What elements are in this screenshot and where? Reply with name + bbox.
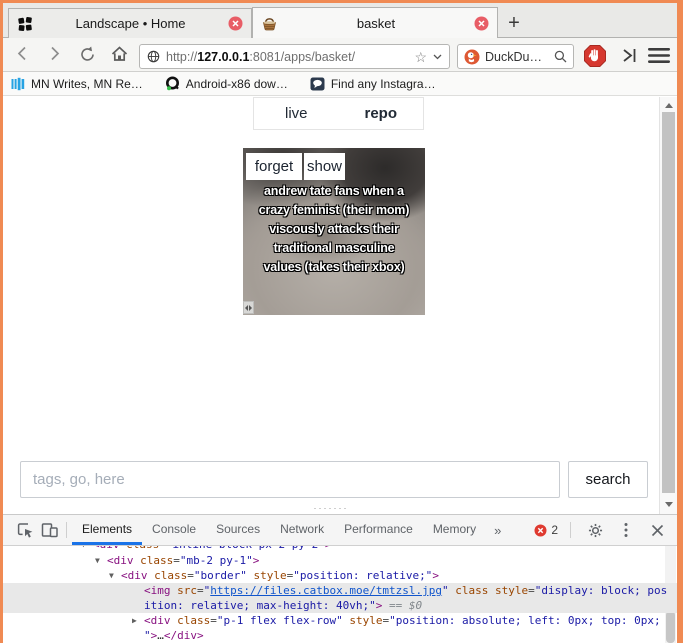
code-line: <div class="mb-2 py-1"> — [3, 553, 677, 568]
forget-button[interactable]: forget — [246, 153, 302, 180]
tab-live[interactable]: live — [254, 98, 339, 129]
toolbar-divider — [570, 522, 571, 538]
sidebar-toggle-icon[interactable] — [621, 46, 639, 65]
url-bar[interactable]: http://127.0.0.1:8081/apps/basket/ ☆ — [139, 44, 450, 69]
code-line: ition: relative; max-height: 40vh;"> == … — [3, 598, 677, 613]
error-circle-icon — [534, 524, 547, 537]
meme-caption-text: andrew tate fans when a crazy feminist (… — [243, 182, 425, 277]
browser-tab-landscape-home[interactable]: Landscape • Home — [8, 8, 252, 38]
inspect-element-icon[interactable] — [13, 515, 37, 545]
show-button[interactable]: show — [304, 153, 345, 180]
devtools-tab-sources[interactable]: Sources — [206, 515, 270, 545]
error-count: 2 — [551, 523, 558, 537]
search-engine-label: DuckDu… — [485, 50, 549, 64]
stop-hand-adblock-icon[interactable] — [583, 44, 607, 68]
devtools-tab-elements[interactable]: Elements — [72, 515, 142, 545]
devtools-code-row[interactable]: ▼<div class="inline-block px-2 py-2"> — [3, 546, 677, 552]
meme-image: forget show andrew tate fans when a craz… — [243, 148, 425, 315]
app-grid-icon — [17, 16, 33, 32]
bookmark-label: MN Writes, MN Re… — [31, 77, 143, 91]
collapse-arrow-icon[interactable]: ▼ — [109, 568, 114, 583]
toolbar-divider — [66, 522, 67, 538]
forward-button[interactable] — [46, 45, 63, 62]
right-arrow-icon — [249, 305, 252, 311]
scroll-down-arrow-icon[interactable] — [665, 502, 673, 507]
bookmark-mn-writes[interactable]: MN Writes, MN Re… — [11, 77, 143, 91]
browser-tab-basket[interactable]: basket — [252, 7, 498, 38]
devtools-code-row[interactable]: ▼<div class="mb-2 py-1"> — [3, 553, 677, 568]
devtools-code-row[interactable]: ">…</div> — [3, 628, 677, 643]
devtools-tab-console[interactable]: Console — [142, 515, 206, 545]
blue-bars-favicon — [11, 77, 25, 91]
devtools-tab-network[interactable]: Network — [270, 515, 334, 545]
collapse-arrow-icon[interactable]: ▼ — [95, 553, 100, 568]
bookmark-label: Find any Instagra… — [331, 77, 436, 91]
resize-handle[interactable] — [243, 301, 254, 314]
bookmark-star-icon[interactable]: ☆ — [414, 50, 427, 64]
collapse-arrow-icon[interactable]: ▼ — [81, 546, 86, 552]
scroll-up-arrow-icon[interactable] — [665, 103, 673, 108]
tab-bar: Landscape • Home basket — [3, 3, 677, 38]
splitter-grip-dots[interactable]: ······· — [3, 504, 659, 512]
left-arrow-icon — [245, 305, 248, 311]
scrollbar-thumb[interactable] — [662, 112, 675, 493]
devtools-panel: Elements Console Sources Network Perform… — [3, 514, 677, 643]
code-line: <img src="https://files.catbox.moe/tmtzs… — [3, 583, 677, 598]
home-button[interactable] — [110, 45, 129, 63]
window-border-top — [0, 0, 683, 3]
code-line: <div class="p-1 flex flex-row" style="po… — [3, 613, 677, 628]
gear-icon[interactable] — [583, 515, 607, 545]
url-text: http://127.0.0.1:8081/apps/basket/ — [166, 50, 355, 64]
window-border-left — [0, 0, 3, 643]
search-engine-box[interactable]: DuckDu… — [457, 44, 574, 69]
devtools-tab-memory[interactable]: Memory — [423, 515, 486, 545]
device-toolbar-icon[interactable] — [37, 515, 61, 545]
devtools-code-row[interactable]: ▶<div class="p-1 flex flex-row" style="p… — [3, 613, 677, 628]
code-line: <div class="inline-block px-2 py-2"> — [3, 546, 677, 552]
bookmark-label: Android-x86 dow… — [186, 77, 288, 91]
search-button[interactable]: search — [568, 461, 648, 498]
basket-favicon — [261, 15, 278, 31]
hamburger-menu-icon[interactable] — [648, 47, 670, 64]
chat-bubble-favicon — [310, 77, 325, 91]
error-count-badge[interactable]: 2 — [534, 523, 558, 537]
tags-search-input[interactable] — [20, 461, 560, 498]
url-host: 127.0.0.1 — [197, 50, 249, 64]
bookmark-android-x86[interactable]: Android-x86 dow… — [165, 76, 288, 91]
black-circle-favicon — [165, 76, 180, 91]
code-line: ">…</div> — [3, 628, 677, 643]
close-devtools-icon[interactable] — [645, 515, 669, 545]
new-tab-button[interactable]: + — [503, 11, 525, 35]
page-viewport: live repo forget show andrew tate fans w… — [3, 97, 677, 514]
devtools-tree: … ▼<div class="inline-block px-2 py-2">▼… — [3, 546, 677, 643]
tab-title: Landscape • Home — [33, 16, 228, 31]
devtools-code-row[interactable]: <img src="https://files.catbox.moe/tmtzs… — [3, 583, 677, 598]
devtools-toolbar: Elements Console Sources Network Perform… — [3, 515, 677, 546]
tab-title: basket — [278, 16, 474, 31]
browser-window: Landscape • Home basket — [0, 0, 683, 643]
bookmarks-bar: MN Writes, MN Re… Android-x86 dow… Find … — [3, 72, 677, 96]
kebab-menu-icon[interactable] — [614, 515, 638, 545]
tab-repo[interactable]: repo — [339, 98, 424, 129]
devtools-tab-performance[interactable]: Performance — [334, 515, 423, 545]
tab-close-button[interactable] — [474, 16, 489, 31]
code-line: <div class="border" style="position: rel… — [3, 568, 677, 583]
back-button[interactable] — [14, 45, 31, 62]
duckduckgo-icon — [464, 49, 480, 65]
page-scrollbar[interactable] — [659, 97, 677, 514]
window-border-right — [677, 0, 683, 643]
tab-close-button[interactable] — [228, 16, 243, 31]
devtools-code-row[interactable]: ▼<div class="border" style="position: re… — [3, 568, 677, 583]
view-mode-tabs: live repo — [253, 97, 424, 130]
url-dropdown-chevron-icon[interactable] — [433, 54, 442, 60]
devtools-code-row[interactable]: ition: relative; max-height: 40vh;"> == … — [3, 598, 677, 613]
reload-icon[interactable] — [78, 45, 97, 64]
expand-arrow-icon[interactable]: ▶ — [132, 613, 137, 628]
bookmark-find-instagram[interactable]: Find any Instagra… — [310, 77, 436, 91]
site-globe-icon — [147, 50, 160, 63]
search-magnifier-icon[interactable] — [554, 50, 567, 63]
more-tabs-chevron[interactable]: » — [486, 523, 509, 538]
